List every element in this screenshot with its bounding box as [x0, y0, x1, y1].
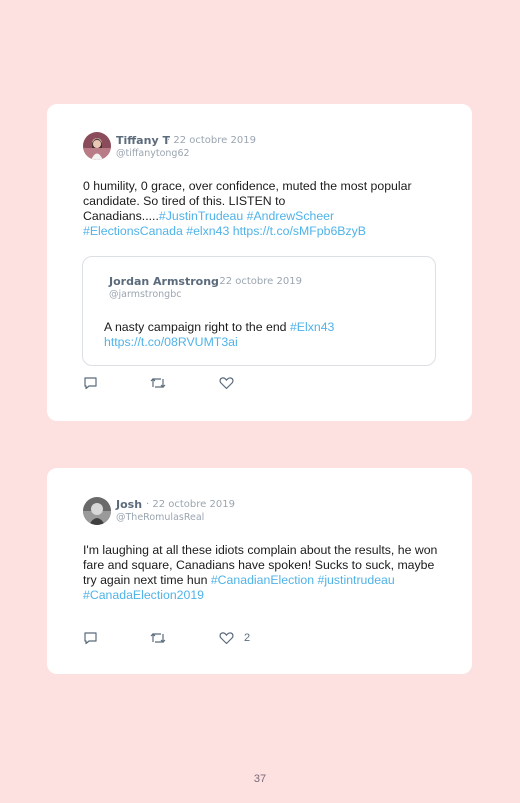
reply-button[interactable] — [83, 631, 98, 645]
quoted-tweet-date: · 22 octobre 2019 — [213, 276, 302, 287]
avatar[interactable] — [83, 497, 111, 525]
tweet-card: Tiffany T · 22 octobre 2019 @tiffanytong… — [47, 104, 472, 421]
quoted-tweet[interactable]: Jordan Armstrong · 22 octobre 2019 @jarm… — [82, 256, 436, 366]
author-name[interactable]: Josh — [116, 498, 142, 511]
retweet-button[interactable] — [150, 631, 166, 645]
reply-icon — [84, 632, 97, 645]
hashtag-link[interactable]: #AndrewScheer — [247, 209, 335, 223]
hashtag-link[interactable]: #justintrudeau — [317, 573, 394, 587]
quoted-author-handle[interactable]: @jarmstrongbc — [109, 289, 181, 300]
reply-icon — [84, 377, 97, 390]
hashtag-link[interactable]: #CanadaElection2019 — [83, 588, 204, 602]
url-link[interactable]: https://t.co/08RVUMT3ai — [104, 335, 238, 349]
hashtag-link[interactable]: #CanadianElection — [211, 573, 314, 587]
retweet-icon — [150, 378, 166, 388]
tweet-card: Josh · 22 octobre 2019 @TheRomulasReal I… — [47, 468, 472, 674]
tweet-text: I'm laughing at all these idiots complai… — [83, 543, 439, 603]
author-name[interactable]: Tiffany T — [116, 134, 170, 147]
quoted-author-name[interactable]: Jordan Armstrong — [109, 275, 219, 288]
tweet-text: 0 humility, 0 grace, over confidence, mu… — [83, 179, 413, 239]
retweet-icon — [150, 633, 166, 643]
like-icon — [219, 632, 234, 645]
hashtag-link[interactable]: #elxn43 — [186, 224, 229, 238]
quoted-tweet-text: A nasty campaign right to the end #Elxn4… — [104, 320, 404, 350]
hashtag-link[interactable]: #JustinTrudeau — [159, 209, 243, 223]
reply-button[interactable] — [83, 376, 98, 390]
retweet-button[interactable] — [150, 376, 166, 390]
tweet-date: · 22 octobre 2019 — [146, 499, 235, 510]
like-button[interactable]: 2 — [219, 631, 250, 645]
avatar[interactable] — [83, 132, 111, 160]
like-button[interactable] — [219, 376, 244, 390]
hashtag-link[interactable]: #ElectionsCanada — [83, 224, 183, 238]
like-icon — [219, 377, 234, 390]
author-handle[interactable]: @TheRomulasReal — [116, 512, 204, 523]
like-count: 2 — [244, 632, 251, 644]
quoted-text-plain: A nasty campaign right to the end — [104, 320, 287, 334]
author-handle[interactable]: @tiffanytong62 — [116, 148, 190, 159]
hashtag-link[interactable]: #Elxn43 — [290, 320, 334, 334]
page-number: 37 — [253, 773, 267, 785]
tweet-date: · 22 octobre 2019 — [167, 135, 256, 146]
url-link[interactable]: https://t.co/sMFpb6BzyB — [233, 224, 366, 238]
